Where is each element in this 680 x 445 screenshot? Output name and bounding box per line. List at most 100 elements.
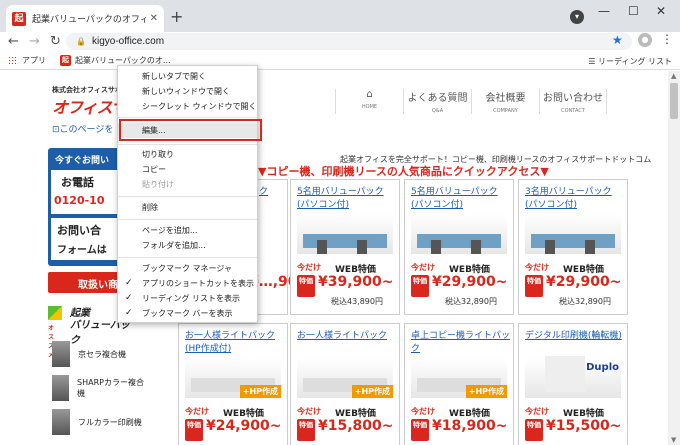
product-price: ¥15,800~ — [318, 418, 394, 434]
scroll-up-icon[interactable]: ▲ — [671, 72, 676, 80]
bookmark-star-icon[interactable]: ★ — [612, 33, 623, 47]
highlight-box — [119, 119, 262, 141]
sidebar-item-kyocera[interactable]: 京セラ複合機 — [48, 339, 148, 369]
back-icon[interactable]: ← — [8, 32, 19, 52]
product-card[interactable]: 5名用バリューパック (パソコン付) 今だけ WEB特価 特価 ¥29,900~… — [404, 179, 514, 315]
profile-avatar-icon[interactable]: ● — [638, 33, 652, 47]
limited-label: 今だけ — [525, 263, 549, 272]
reading-list-button[interactable]: ☰ リーディング リスト — [588, 56, 672, 67]
contact-box: 今すぐお問い お電話 0120-10 お問い合 フォームは — [48, 148, 120, 266]
menu-item-cut[interactable]: 切り取り — [118, 147, 257, 162]
site-favicon-icon: 起 — [12, 11, 26, 26]
phone-label: お電話 — [61, 176, 94, 189]
menu-item-delete[interactable]: 削除 — [118, 200, 257, 215]
hp-badge: +HP作成 — [351, 385, 393, 398]
menu-item-bookmark-manager[interactable]: ブックマーク マネージャ — [118, 261, 257, 276]
product-title[interactable]: 3名用バリューパック (パソコン付) — [525, 186, 625, 212]
url-text: kigyo-office.com — [91, 36, 165, 47]
product-card[interactable]: 3名用バリューパック (パソコン付) 今だけ WEB特価 特価 ¥29,900~… — [518, 179, 628, 315]
product-title[interactable]: デジタル印刷機(輪転機) — [525, 330, 625, 343]
products-heading: 取扱い商 — [48, 272, 120, 293]
menu-item-label: 新しいウィンドウで開く — [142, 87, 230, 96]
form-sublabel: フォームは — [57, 245, 107, 256]
forward-icon[interactable]: → — [29, 32, 40, 52]
check-icon: ✓ — [125, 278, 133, 288]
menu-item-open-new-window[interactable]: 新しいウィンドウで開く — [118, 84, 257, 99]
copier-image — [52, 341, 70, 367]
scroll-down-icon[interactable]: ▼ — [671, 436, 676, 444]
menu-item-show-reading-list[interactable]: ✓ リーディング リストを表示 — [118, 291, 257, 306]
menu-item-add-page[interactable]: ページを追加... — [118, 223, 257, 238]
bookmark-apps[interactable]: アプリ — [8, 55, 46, 66]
nav-contact-sublabel: CONTACT — [561, 108, 585, 114]
product-card[interactable]: デジタル印刷機(輪転機) Duplo 今だけ WEB特価 特価 ¥15,500~ — [518, 323, 628, 445]
tax-included-price: 税込32,890円 — [559, 297, 611, 306]
menu-item-copy[interactable]: コピー — [118, 162, 257, 177]
menu-item-label: 新しいタブで開く — [142, 72, 206, 81]
hp-badge: +HP作成 — [239, 385, 281, 398]
close-window-icon[interactable]: ✕ — [656, 4, 666, 18]
product-price: ¥29,900~ — [432, 274, 508, 290]
nav-contact-label: お問い合わせ — [543, 93, 603, 104]
page-scrollbar[interactable]: ▲ ▼ — [668, 71, 680, 445]
menu-item-label: 切り取り — [142, 150, 174, 159]
new-tab-icon[interactable]: + — [170, 7, 183, 26]
product-photo — [411, 214, 507, 254]
product-title[interactable]: 5名用バリューパック (パソコン付) — [411, 186, 511, 212]
menu-item-label: ブックマーク マネージャ — [142, 264, 232, 273]
product-title[interactable]: 5名用バリューパック (パソコン付) — [297, 186, 397, 212]
nav-home[interactable]: ⌂ HOME — [335, 89, 403, 114]
close-tab-icon[interactable]: ✕ — [150, 13, 158, 24]
tab-search-icon[interactable]: ▾ — [570, 10, 584, 24]
minimize-icon[interactable]: — — [598, 4, 610, 18]
special-badge: 特価 — [297, 419, 315, 441]
menu-item-add-folder[interactable]: フォルダを追加... — [118, 238, 257, 253]
sidebar-item-sharp[interactable]: SHARPカラー複合機 — [48, 373, 148, 403]
browser-tab[interactable]: 起 起業バリューパックのオフィスサポート ✕ — [6, 5, 164, 32]
menu-divider — [118, 219, 257, 220]
limited-label: 今だけ — [185, 407, 209, 416]
phone-banner[interactable]: お電話 0120-10 — [51, 170, 117, 214]
product-card[interactable]: お一人様ライトパック +HP作成 今だけ WEB特価 特価 ¥15,800~ — [290, 323, 400, 445]
more-menu-icon[interactable]: ⋮ — [661, 32, 673, 46]
product-card[interactable]: 5名用バリューパック (パソコン付) 今だけ WEB特価 特価 ¥39,900~… — [290, 179, 400, 315]
nav-qa-label: よくある質問 — [407, 93, 468, 104]
product-title[interactable]: お一人様ライトパック — [297, 330, 397, 343]
menu-item-label: ブックマーク バーを表示 — [142, 309, 233, 318]
nav-contact[interactable]: お問い合わせ CONTACT — [539, 89, 607, 114]
nav-qa[interactable]: よくある質問 Q&A — [403, 89, 471, 114]
nav-company[interactable]: 会社概要 COMPANY — [471, 89, 539, 114]
product-title[interactable]: 卓上コピー機ライトパック — [411, 330, 511, 356]
product-card[interactable]: お一人様ライトパック (HP作成付) +HP作成 今だけ WEB特価 特価 ¥2… — [178, 323, 288, 445]
menu-item-open-incognito[interactable]: シークレット ウィンドウで開く — [118, 99, 257, 114]
scroll-thumb[interactable] — [670, 83, 678, 119]
page-link[interactable]: ⊡このページを — [52, 122, 113, 135]
menu-item-show-app-shortcuts[interactable]: ✓ アプリのショートカットを表示 — [118, 276, 257, 291]
product-price: ¥39,900~ — [318, 274, 394, 290]
menu-item-show-bookmark-bar[interactable]: ✓ ブックマーク バーを表示 — [118, 306, 257, 321]
nav-company-sublabel: COMPANY — [493, 108, 518, 114]
duplo-logo: Duplo — [586, 362, 619, 373]
product-title[interactable]: お一人様ライトパック (HP作成付) — [185, 330, 285, 356]
address-bar[interactable]: 🔒 kigyo-office.com — [66, 33, 632, 50]
product-card[interactable]: 卓上コピー機ライトパック +HP作成 今だけ WEB特価 特価 ¥18,900~ — [404, 323, 514, 445]
site-favicon-icon: 起 — [60, 55, 71, 66]
section-headline: ▼コピー機、印刷機リースの人気商品にクイックアクセス▼ — [258, 165, 549, 178]
product-price: ¥18,900~ — [432, 418, 508, 434]
menu-item-open-new-tab[interactable]: 新しいタブで開く — [118, 69, 257, 84]
browser-window: 起 起業バリューパックのオフィスサポート ✕ + ▾ — ☐ ✕ ← → ↻ 🔒… — [0, 0, 680, 445]
special-badge: 特価 — [411, 419, 429, 441]
reload-icon[interactable]: ↻ — [50, 32, 61, 52]
product-photo: Duplo — [525, 356, 621, 398]
sidebar-item-printer[interactable]: フルカラー印刷機 — [48, 407, 148, 437]
contact-form-banner[interactable]: お問い合 フォームは — [51, 218, 117, 260]
product-photo — [297, 214, 393, 254]
menu-item-label: 貼り付け — [142, 180, 174, 189]
menu-item-label: リーディング リストを表示 — [142, 294, 240, 303]
special-badge: 特価 — [297, 275, 315, 297]
maximize-icon[interactable]: ☐ — [628, 4, 639, 18]
limited-label: 今だけ — [411, 407, 435, 416]
apps-grid-icon — [8, 56, 17, 65]
site-logo[interactable]: オフィスサ — [52, 94, 128, 118]
nav-company-label: 会社概要 — [485, 93, 526, 104]
